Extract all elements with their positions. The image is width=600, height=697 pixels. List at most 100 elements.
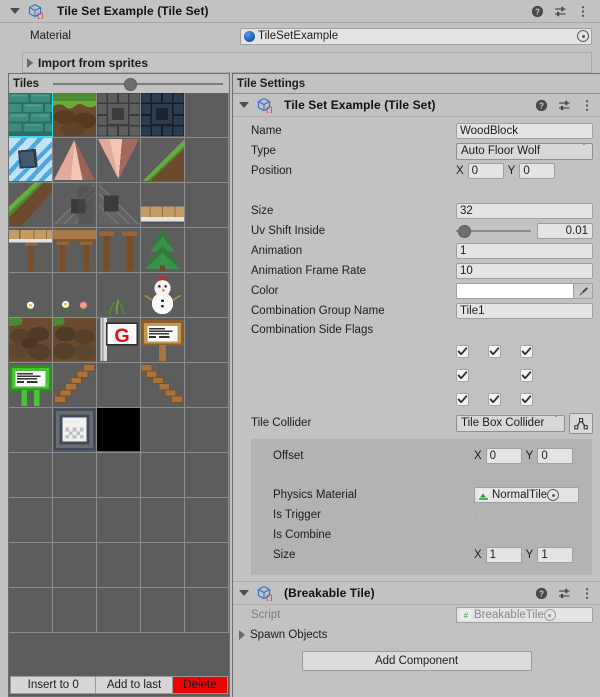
- tile-cell-stone-roof-right[interactable]: [97, 183, 141, 228]
- tile-cell-empty[interactable]: [97, 543, 141, 588]
- tile-cell-empty[interactable]: [97, 363, 141, 408]
- tile-cell-empty[interactable]: [53, 498, 97, 543]
- tile-cell-empty[interactable]: [141, 453, 185, 498]
- add-component-button[interactable]: Add Component: [301, 651, 532, 671]
- side-flag-checkbox-0-1[interactable]: [488, 344, 501, 358]
- preset-icon[interactable]: [557, 98, 571, 112]
- tileset-component-header[interactable]: {} Tile Set Example (Tile Set) ?: [0, 0, 600, 23]
- tile-cell-flowers-pair[interactable]: [53, 273, 97, 318]
- tile-cell-snowman[interactable]: [141, 273, 185, 318]
- color-swatch[interactable]: [457, 284, 573, 298]
- tile-cell-empty[interactable]: [97, 498, 141, 543]
- tile-cell-grass-slope[interactable]: [141, 138, 185, 183]
- spawn-objects-foldout[interactable]: Spawn Objects: [233, 625, 600, 644]
- offset-y-input[interactable]: 0: [537, 448, 574, 464]
- side-flag-checkbox-1-0[interactable]: [456, 368, 469, 382]
- foldout-toggle-breakable[interactable]: [237, 586, 251, 600]
- tile-cell-empty[interactable]: [185, 498, 229, 543]
- tiles-zoom-slider[interactable]: [53, 77, 223, 91]
- animation-input[interactable]: 1: [456, 243, 593, 259]
- uv-shift-slider-knob[interactable]: [458, 225, 472, 238]
- tile-cell-empty[interactable]: [53, 588, 97, 633]
- uv-shift-value[interactable]: 0.01: [537, 223, 593, 239]
- tile-cell-empty[interactable]: [185, 453, 229, 498]
- offset-x-input[interactable]: 0: [485, 448, 522, 464]
- physics-material-object-field[interactable]: NormalTile: [474, 487, 579, 503]
- delete-button[interactable]: Delete: [172, 676, 228, 694]
- uv-shift-slider[interactable]: [456, 224, 531, 238]
- help-icon[interactable]: ?: [530, 4, 544, 18]
- tile-cell-empty[interactable]: [97, 453, 141, 498]
- tile-cell-teal-brick[interactable]: [9, 93, 53, 138]
- tile-cell-wood-platform-mid[interactable]: [53, 228, 97, 273]
- breakable-tile-component-header[interactable]: {} (Breakable Tile) ?: [233, 582, 600, 605]
- is-trigger-checkbox[interactable]: [474, 508, 476, 522]
- is-combine-checkbox[interactable]: [474, 528, 476, 542]
- preset-icon[interactable]: [557, 586, 571, 600]
- name-input[interactable]: WoodBlock: [456, 123, 593, 139]
- tile-cell-empty[interactable]: [185, 543, 229, 588]
- object-picker-icon[interactable]: [547, 489, 560, 501]
- tile-cell-window-frame[interactable]: [53, 408, 97, 453]
- tile-cell-empty[interactable]: [9, 453, 53, 498]
- tile-cell-empty[interactable]: [185, 408, 229, 453]
- animation-frame-rate-input[interactable]: 10: [456, 263, 593, 279]
- tile-cell-wood-pillars[interactable]: [97, 228, 141, 273]
- side-flag-checkbox-0-0[interactable]: [456, 344, 469, 358]
- foldout-toggle-tileset[interactable]: [8, 4, 22, 18]
- tile-cell-stone-roof[interactable]: [53, 183, 97, 228]
- import-from-sprites-foldout[interactable]: Import from sprites: [22, 52, 592, 73]
- foldout-toggle-tile-settings[interactable]: [237, 98, 251, 112]
- tile-cell-empty[interactable]: [185, 273, 229, 318]
- collider-size-x-input[interactable]: 1: [485, 547, 522, 563]
- tile-cell-empty[interactable]: [141, 543, 185, 588]
- position-y-input[interactable]: 0: [519, 163, 556, 179]
- color-field[interactable]: [456, 283, 593, 299]
- tile-cell-pink-cone-down[interactable]: [97, 138, 141, 183]
- tile-cell-wood-platform-left[interactable]: [9, 228, 53, 273]
- tile-grid[interactable]: G: [9, 93, 229, 674]
- eyedropper-icon[interactable]: [573, 284, 592, 298]
- tile-cell-blue-stone-brick[interactable]: [141, 93, 185, 138]
- edit-collider-icon[interactable]: [569, 412, 593, 434]
- tile-cell-empty[interactable]: [9, 543, 53, 588]
- tile-cell-grass-slope-2[interactable]: [9, 183, 53, 228]
- tile-cell-stairs-up-2[interactable]: [141, 363, 185, 408]
- kebab-menu-icon[interactable]: [580, 586, 594, 600]
- combination-group-name-input[interactable]: Tile1: [456, 303, 593, 319]
- tile-cell-grass-dirt[interactable]: [53, 93, 97, 138]
- tiles-zoom-slider-knob[interactable]: [124, 77, 138, 91]
- tile-cell-empty[interactable]: [185, 318, 229, 363]
- side-flag-checkbox-1-2[interactable]: [520, 368, 533, 382]
- preset-icon[interactable]: [553, 4, 567, 18]
- tile-cell-empty[interactable]: [185, 588, 229, 633]
- tile-cell-rock-ground[interactable]: [9, 318, 53, 363]
- position-x-input[interactable]: 0: [467, 163, 504, 179]
- tile-cell-empty[interactable]: [53, 543, 97, 588]
- tile-cell-empty[interactable]: [9, 408, 53, 453]
- tile-cell-empty[interactable]: [9, 588, 53, 633]
- collider-size-y-input[interactable]: 1: [537, 547, 574, 563]
- tile-cell-grass-sprout[interactable]: [97, 273, 141, 318]
- help-icon[interactable]: ?: [534, 586, 548, 600]
- side-flag-checkbox-0-2[interactable]: [520, 344, 533, 358]
- tile-cell-empty[interactable]: [141, 408, 185, 453]
- tile-cell-empty[interactable]: [9, 498, 53, 543]
- tile-cell-empty[interactable]: [53, 453, 97, 498]
- size-input[interactable]: 32: [456, 203, 593, 219]
- tileset-sub-component-header[interactable]: {} Tile Set Example (Tile Set) ?: [233, 94, 600, 117]
- tile-cell-pink-cone-up[interactable]: [53, 138, 97, 183]
- object-picker-icon[interactable]: [575, 28, 591, 44]
- material-object-field[interactable]: TileSetExample: [240, 27, 592, 45]
- tile-cell-black-block[interactable]: [97, 408, 141, 453]
- tile-cell-goal-flag[interactable]: G: [97, 318, 141, 363]
- tile-cell-empty[interactable]: [185, 363, 229, 408]
- tile-cell-empty[interactable]: [185, 228, 229, 273]
- tile-cell-rock-ground-2[interactable]: [53, 318, 97, 363]
- kebab-menu-icon[interactable]: [576, 4, 590, 18]
- tile-cell-empty[interactable]: [141, 588, 185, 633]
- tile-cell-empty[interactable]: [185, 138, 229, 183]
- side-flag-checkbox-2-1[interactable]: [488, 392, 501, 406]
- tile-cell-sign-green[interactable]: [9, 363, 53, 408]
- side-flag-checkbox-2-0[interactable]: [456, 392, 469, 406]
